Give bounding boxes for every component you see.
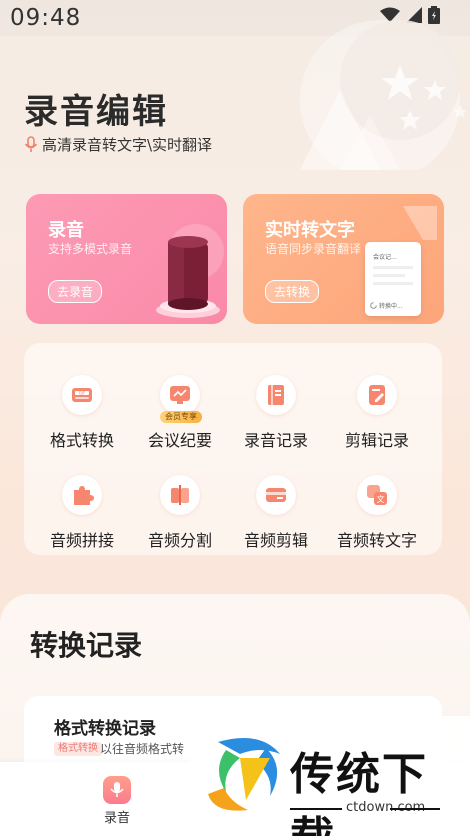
watermark-divider [290, 808, 342, 810]
record-card-title: 录音 [48, 220, 84, 241]
doc-line [373, 266, 413, 269]
microphone-icon [24, 135, 38, 152]
convert-card[interactable]: 实时转文字 语音同步录音翻译 去转换 会议记... 转换中... [243, 194, 444, 324]
status-time: 09:48 [10, 5, 82, 31]
record-tag: 格式转换 [54, 742, 102, 756]
tools-panel: GIF 格式转换 会员专享 会议纪要 录音记录 剪辑记录 音频拼接 音频分割 音… [24, 343, 442, 555]
convert-card-title: 实时转文字 [265, 220, 355, 241]
document-illustration: 会议记... 转换中... [365, 242, 421, 316]
tool-audio-join[interactable]: 音频拼接 [32, 453, 132, 550]
hero-decoration [300, 20, 467, 170]
tool-label: 音频转文字 [336, 531, 417, 550]
watermark: 传统下载 ctdown.com [190, 716, 470, 836]
tool-edit-history[interactable]: 剪辑记录 [327, 353, 427, 450]
tool-label: 音频分割 [147, 531, 212, 550]
speaker-illustration [156, 224, 224, 318]
audio-cut-icon [256, 475, 296, 515]
vip-badge: 会员专享 [160, 411, 202, 423]
tool-audio-cut[interactable]: 音频剪辑 [226, 453, 326, 550]
go-record-button[interactable]: 去录音 [48, 280, 103, 303]
translate-icon: 文 [357, 475, 397, 515]
format-icon: GIF [62, 375, 102, 415]
record-card[interactable]: 录音 支持多模式录音 去录音 [26, 194, 227, 324]
record-book-icon [256, 375, 296, 415]
tool-label: 会议纪要 [147, 431, 212, 450]
refresh-icon [370, 302, 377, 309]
record-card-desc: 支持多模式录音 [48, 242, 133, 256]
record-desc: 以往音频格式转 [100, 742, 185, 756]
paper-fold-decoration [403, 206, 437, 240]
convert-card-desc: 语音同步录音翻译 [265, 242, 362, 256]
tool-label: 剪辑记录 [344, 431, 409, 450]
edit-note-icon [357, 375, 397, 415]
svg-text:文: 文 [377, 494, 385, 504]
doc-title: 会议记... [373, 254, 397, 261]
nav-label: 录音 [103, 811, 130, 826]
tool-label: 录音记录 [243, 431, 308, 450]
watermark-logo-icon [208, 738, 280, 811]
records-title: 转换记录 [30, 629, 143, 662]
svg-text:GIF: GIF [79, 391, 86, 396]
puzzle-icon [62, 475, 102, 515]
tool-label: 格式转换 [49, 431, 114, 450]
tool-record-history[interactable]: 录音记录 [226, 353, 326, 450]
tool-audio-split[interactable]: 音频分割 [130, 453, 230, 550]
watermark-text: 传统下载 [290, 749, 428, 836]
watermark-divider [390, 808, 440, 810]
doc-status: 转换中... [379, 303, 403, 310]
meeting-icon [160, 375, 200, 415]
tool-audio-to-text[interactable]: 文 音频转文字 [327, 453, 427, 550]
tool-label: 音频拼接 [49, 531, 114, 550]
doc-line [373, 282, 413, 285]
subtitle-row: 高清录音转文字\实时翻译 [24, 134, 212, 155]
doc-line [373, 274, 405, 277]
go-convert-button[interactable]: 去转换 [265, 280, 320, 303]
tool-meeting-minutes[interactable]: 会员专享 会议纪要 [130, 353, 230, 450]
microphone-icon [103, 776, 131, 804]
app-title: 录音编辑 [24, 92, 168, 132]
tool-label: 音频剪辑 [243, 531, 308, 550]
tool-format-convert[interactable]: GIF 格式转换 [32, 353, 132, 450]
record-name: 格式转换记录 [54, 719, 156, 739]
split-icon [160, 475, 200, 515]
nav-item-record[interactable]: 录音 [97, 776, 137, 826]
subtitle-text: 高清录音转文字\实时翻译 [42, 136, 213, 154]
